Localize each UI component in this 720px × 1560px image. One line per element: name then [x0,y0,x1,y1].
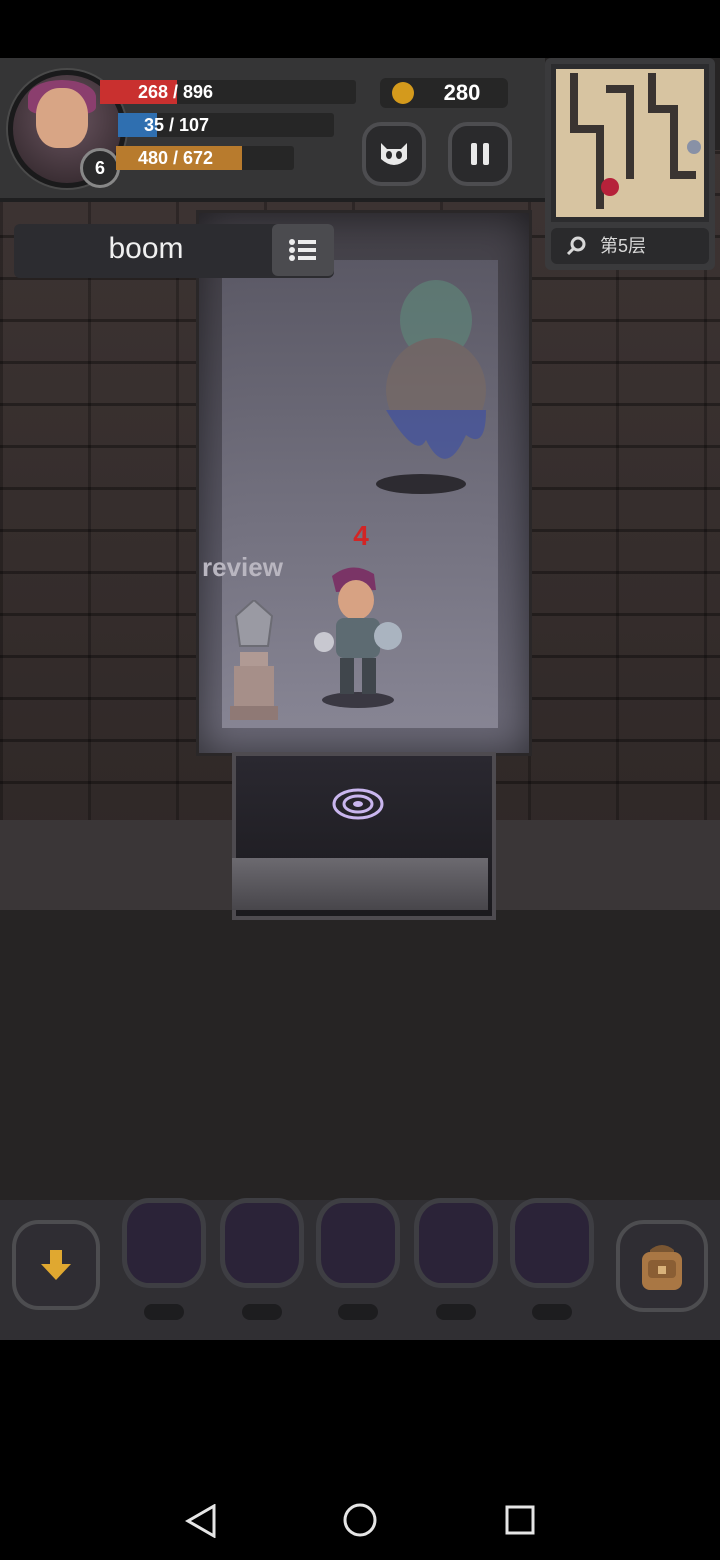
hp-text: 268 / 896 [138,82,214,102]
magnifier-icon [566,236,586,256]
minimap[interactable] [551,64,709,222]
crystal-pedestal[interactable] [226,600,282,722]
item-slot-1-count [144,1304,184,1320]
hero-character[interactable] [302,560,414,708]
menu-button[interactable] [272,224,334,276]
player-name: boom [108,232,184,265]
home-icon[interactable] [342,1502,378,1538]
back-icon[interactable] [184,1504,218,1538]
item-slot-3[interactable] [316,1198,400,1288]
ghost-enemy[interactable] [356,260,496,490]
item-slot-4[interactable] [414,1198,498,1288]
item-slot-4-count [436,1304,476,1320]
item-slot-1[interactable] [122,1198,206,1288]
xp-text: 480 / 672 [138,148,214,168]
pet-button[interactable] [362,122,426,186]
backpack-icon [642,1245,682,1290]
ghost-shadow [376,474,466,494]
item-slot-5[interactable] [510,1198,594,1288]
item-slot-2-count [242,1304,282,1320]
review-label: review [202,552,283,582]
backpack-button[interactable] [616,1220,708,1312]
item-slot-2[interactable] [220,1198,304,1288]
mp-text: 35 / 107 [144,115,210,135]
item-slot-3-count [338,1304,378,1320]
descend-button[interactable] [12,1220,100,1310]
recent-apps-icon[interactable] [504,1504,536,1536]
coin-amount: 280 [443,80,481,105]
floor-label: 第5层 [600,236,647,256]
list-icon [289,239,316,261]
stair-step [232,858,488,910]
level-badge: 6 [80,148,120,188]
face-icon [381,143,407,165]
arrow-down-icon [41,1250,71,1280]
damage-number: 4 [353,520,369,551]
avatar-face [36,88,88,148]
pause-icon [471,143,489,165]
portal-swirl-icon [332,788,384,820]
pause-button[interactable] [448,122,512,186]
item-slot-5-count [532,1304,572,1320]
coin-icon [392,82,414,104]
